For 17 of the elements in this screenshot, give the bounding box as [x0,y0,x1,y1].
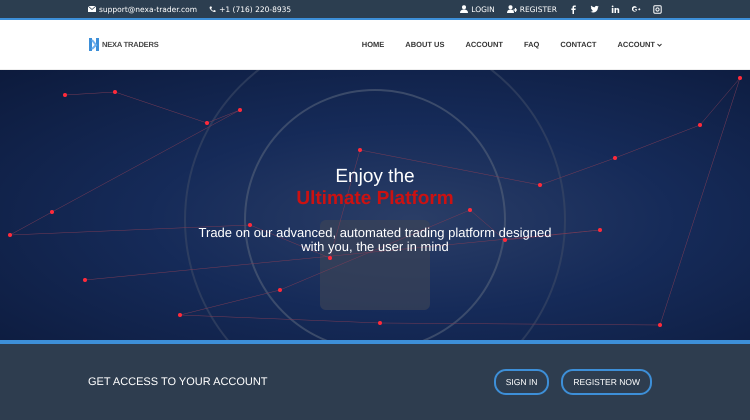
cta-text: GET ACCESS TO YOUR ACCOUNT [88,376,269,388]
caret-icon [657,42,662,46]
hero-highlight: Ultimate Platform [296,188,454,210]
instagram-icon[interactable] [653,4,662,14]
cta-button[interactable]: REGISTER NOW [561,369,652,395]
linkedin-icon[interactable] [611,4,620,14]
google-plus-icon[interactable] [632,4,641,14]
hero-title: Enjoy the [335,166,415,188]
hero-subtitle: Trade on our advanced, automated trading platform designed with you, the user in mind [198,226,552,254]
phone-icon [209,6,216,12]
cta-button[interactable]: SIGN IN [494,369,550,395]
envelope-icon [88,6,96,12]
user-icon [460,5,468,13]
logo-icon [88,37,100,52]
facebook-icon[interactable] [569,4,578,14]
user-plus-icon [506,5,517,13]
twitter-icon[interactable] [590,4,599,14]
